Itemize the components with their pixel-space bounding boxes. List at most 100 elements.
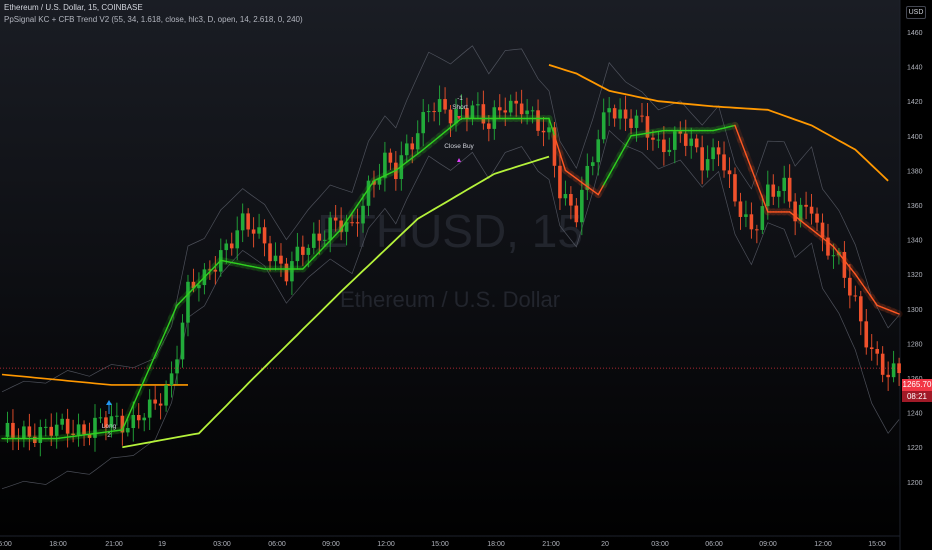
time-tick-label: 06:00 bbox=[705, 541, 723, 548]
candle-body bbox=[869, 347, 874, 350]
candle-body bbox=[787, 177, 792, 202]
candle-body bbox=[541, 130, 546, 133]
candle-body bbox=[722, 154, 726, 171]
candle-body bbox=[612, 108, 617, 119]
candle-body bbox=[694, 138, 699, 148]
candle-body bbox=[432, 111, 436, 113]
candle-body bbox=[558, 165, 562, 199]
candle-body bbox=[49, 426, 54, 436]
annotation-short-text: -1 bbox=[457, 95, 463, 102]
candle-body bbox=[306, 247, 311, 255]
annotation-short-text: Short bbox=[452, 104, 468, 111]
candle-body bbox=[848, 277, 852, 296]
candle-body bbox=[782, 177, 787, 191]
candle-body bbox=[656, 139, 661, 141]
candle-body bbox=[295, 246, 300, 262]
time-tick-label: 18:00 bbox=[49, 541, 67, 548]
candle-body bbox=[142, 417, 147, 421]
candle-body bbox=[443, 99, 447, 110]
candle-body bbox=[804, 204, 808, 207]
candle-body bbox=[404, 143, 409, 156]
price-tick-label: 1340 bbox=[907, 238, 923, 245]
candle-body bbox=[508, 100, 513, 113]
watermark-ticker: ETHUSD, 15 bbox=[317, 205, 583, 257]
candle-body bbox=[476, 104, 480, 106]
candle-body bbox=[667, 149, 672, 153]
candle-body bbox=[43, 426, 48, 428]
candle-body bbox=[580, 189, 584, 223]
candle-body bbox=[410, 143, 415, 150]
indicator-legend[interactable]: PpSignal KC + CFB Trend V2 (55, 34, 1.61… bbox=[4, 15, 303, 24]
candle-body bbox=[700, 147, 704, 171]
candle-body bbox=[880, 353, 885, 375]
time-tick-label: 09:00 bbox=[759, 541, 777, 548]
candle-body bbox=[240, 213, 245, 231]
candle-body bbox=[437, 99, 442, 113]
candle-body bbox=[54, 424, 59, 436]
candle-body bbox=[596, 139, 601, 163]
annotation-long-text: Long bbox=[102, 423, 117, 430]
time-tick-label: 21:00 bbox=[542, 541, 560, 548]
price-tick-label: 1360 bbox=[907, 203, 923, 210]
candle-body bbox=[164, 385, 168, 406]
candle-body bbox=[607, 108, 611, 113]
candle-body bbox=[497, 107, 502, 111]
price-tick-label: 1420 bbox=[907, 99, 923, 106]
candle-body bbox=[738, 201, 743, 217]
price-tick-label: 1400 bbox=[907, 134, 923, 141]
candle-body bbox=[5, 422, 10, 437]
candle-body bbox=[569, 194, 573, 206]
candle-body bbox=[886, 374, 890, 378]
candle-body bbox=[158, 403, 163, 406]
candle-body bbox=[809, 206, 814, 214]
candle-body bbox=[131, 415, 136, 429]
time-tick-label: 19 bbox=[158, 541, 166, 548]
candle-body bbox=[662, 139, 666, 153]
time-tick-label: 03:00 bbox=[651, 541, 669, 548]
chart-background bbox=[0, 0, 900, 550]
candle-body bbox=[776, 190, 781, 197]
watermark-name: Ethereum / U.S. Dollar bbox=[340, 287, 560, 312]
candle-body bbox=[716, 147, 721, 155]
candle-body bbox=[563, 194, 568, 199]
currency-button[interactable]: USD bbox=[906, 6, 926, 19]
price-chart[interactable]: ETHUSD, 15 Ethereum / U.S. Dollar -1 Shor… bbox=[0, 0, 932, 550]
time-tick-label: 09:00 bbox=[322, 541, 340, 548]
candle-body bbox=[590, 162, 595, 166]
price-tick-label: 1300 bbox=[907, 307, 923, 314]
candle-body bbox=[388, 152, 393, 163]
symbol-title[interactable]: Ethereum / U.S. Dollar, 15, COINBASE bbox=[4, 3, 143, 12]
candle-body bbox=[115, 415, 119, 417]
candle-body bbox=[733, 174, 737, 202]
candle-body bbox=[262, 227, 267, 244]
candle-body bbox=[503, 110, 508, 113]
candle-body bbox=[683, 133, 688, 146]
candle-body bbox=[426, 111, 431, 113]
candle-body bbox=[333, 217, 338, 221]
annotation-close-buy-text: Close Buy bbox=[444, 143, 474, 150]
candle-body bbox=[311, 233, 316, 248]
candle-body bbox=[525, 110, 529, 115]
candle-body bbox=[530, 110, 535, 112]
candle-body bbox=[744, 214, 748, 217]
time-tick-label: 21:00 bbox=[105, 541, 123, 548]
candle-body bbox=[689, 138, 694, 146]
price-tick-label: 1380 bbox=[907, 168, 923, 175]
candle-body bbox=[727, 170, 732, 175]
annotation-long-text: 2 bbox=[107, 432, 111, 439]
time-tick-label: 12:00 bbox=[814, 541, 832, 548]
candle-body bbox=[350, 222, 354, 224]
candle-body bbox=[771, 184, 776, 197]
candle-body bbox=[640, 115, 644, 117]
candle-body bbox=[755, 229, 759, 231]
last-price-tag: 1265.70 bbox=[902, 379, 932, 391]
candle-body bbox=[268, 243, 272, 262]
candle-body bbox=[514, 100, 518, 104]
time-tick-label: 5:00 bbox=[0, 541, 12, 548]
candle-body bbox=[415, 133, 420, 150]
candle-body bbox=[815, 213, 819, 223]
candle-body bbox=[864, 321, 869, 348]
candle-body bbox=[634, 115, 639, 128]
candle-body bbox=[831, 255, 836, 257]
price-tick-label: 1280 bbox=[907, 341, 923, 348]
